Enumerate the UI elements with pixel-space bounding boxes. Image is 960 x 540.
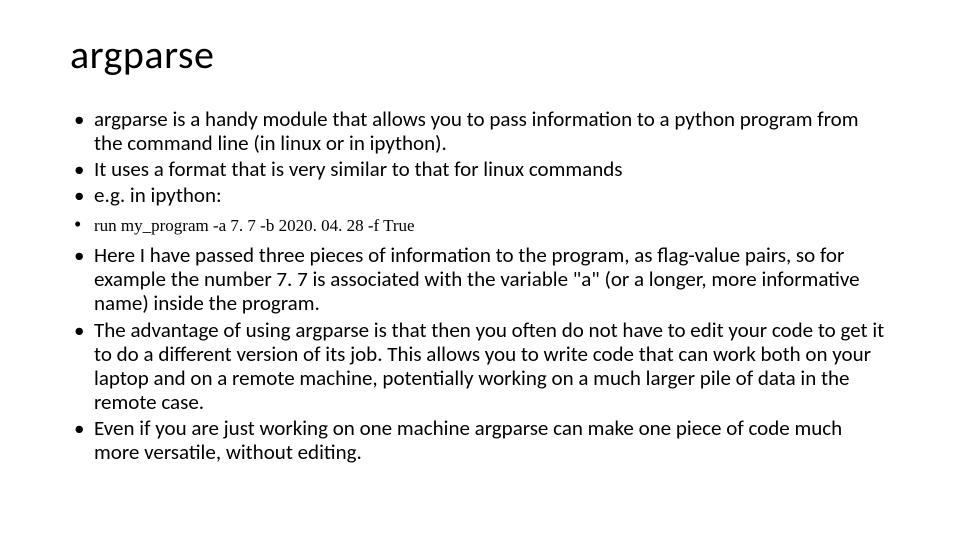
bullet-item: argparse is a handy module that allows y… — [70, 107, 890, 155]
bullet-item: Even if you are just working on one mach… — [70, 416, 890, 464]
bullet-item: It uses a format that is very similar to… — [70, 157, 890, 181]
slide-title: argparse — [70, 30, 890, 79]
bullet-item: Here I have passed three pieces of infor… — [70, 243, 890, 315]
bullet-list: argparse is a handy module that allows y… — [70, 107, 890, 464]
bullet-item: The advantage of using argparse is that … — [70, 318, 890, 415]
slide: argparse argparse is a handy module that… — [0, 0, 960, 540]
bullet-item-code: run my_program -a 7. 7 -b 2020. 04. 28 -… — [70, 210, 890, 242]
bullet-item: e.g. in ipython: — [70, 183, 890, 207]
